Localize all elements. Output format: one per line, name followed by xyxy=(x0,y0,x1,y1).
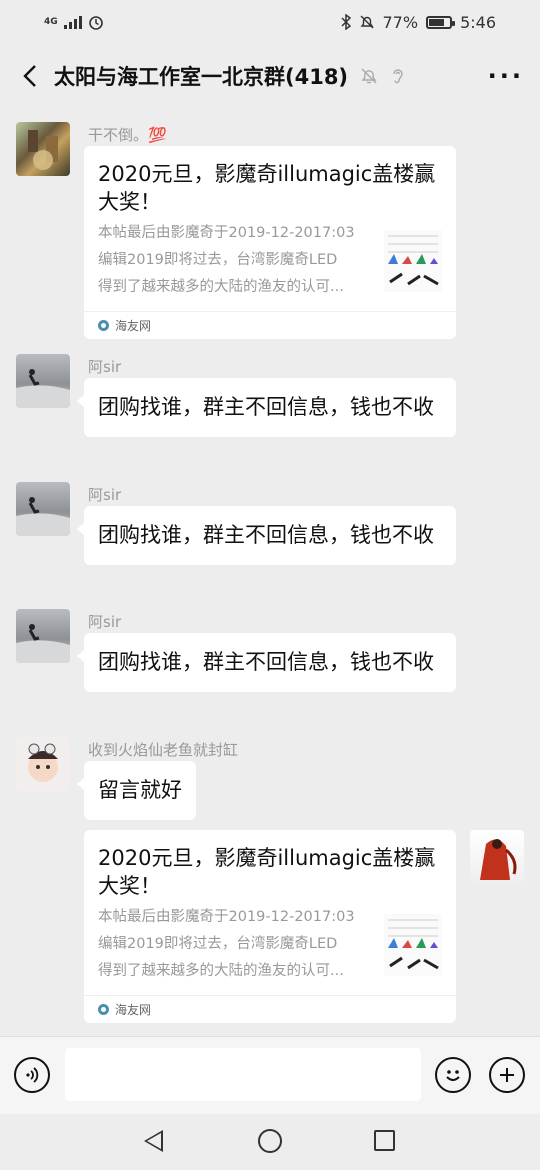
nav-back-icon[interactable] xyxy=(144,1130,163,1152)
more-options-icon[interactable]: ··· xyxy=(488,62,524,90)
system-nav-bar xyxy=(0,1114,540,1170)
status-right: 77% 5:46 xyxy=(340,12,496,32)
message-bubble[interactable]: 团购找谁，群主不回信息，钱也不收 xyxy=(77,633,456,692)
avatar[interactable] xyxy=(16,122,70,176)
link-card[interactable]: 2020元旦，影魔奇illumagic盖楼赢大奖！ 本帖最后由影魔奇于2019-… xyxy=(84,146,456,339)
chat-title: 太阳与海工作室一北京群(418) xyxy=(54,65,349,89)
bluetooth-icon xyxy=(340,14,351,30)
emoji-icon[interactable] xyxy=(435,1057,471,1093)
source-logo-icon xyxy=(98,320,109,331)
card-thumbnail xyxy=(384,914,442,976)
card-desc-line: 本帖最后由影魔奇于2019-12-2017:03 xyxy=(98,225,355,241)
avatar[interactable] xyxy=(16,354,70,408)
message-input[interactable] xyxy=(65,1048,421,1101)
back-arrow-icon[interactable] xyxy=(16,62,44,90)
battery-icon xyxy=(426,15,456,29)
sender-name: 干不倒。💯 xyxy=(88,126,167,144)
title-status-icons xyxy=(360,67,406,85)
card-description: 本帖最后由影魔奇于2019-12-2017:03 编辑2019即将过去，台湾影魔… xyxy=(98,904,370,985)
message-bubble[interactable]: 团购找谁，群主不回信息，钱也不收 xyxy=(77,378,456,437)
ear-icon xyxy=(393,69,403,84)
card-desc-line: 编辑2019即将过去，台湾影魔奇LED xyxy=(98,252,338,268)
card-title: 2020元旦，影魔奇illumagic盖楼赢大奖！ xyxy=(98,162,436,214)
message-list[interactable]: 干不倒。💯 2020元旦，影魔奇illumagic盖楼赢大奖！ 本帖最后由影魔奇… xyxy=(0,108,540,1036)
plus-icon[interactable] xyxy=(489,1057,525,1093)
card-desc-line: 得到了越来越多的大陆的渔友的认可... xyxy=(98,963,344,979)
link-card[interactable]: 2020元旦，影魔奇illumagic盖楼赢大奖！ 本帖最后由影魔奇于2019-… xyxy=(84,830,456,1023)
battery-percent: 77% xyxy=(382,12,419,32)
status-bar: 4G 77% 5:46 xyxy=(0,0,540,44)
card-desc-line: 得到了越来越多的大陆的渔友的认可... xyxy=(98,279,344,295)
card-source: 海友网 xyxy=(84,995,456,1023)
avatar[interactable] xyxy=(16,482,70,536)
avatar[interactable] xyxy=(16,609,70,663)
bell-off-icon xyxy=(361,68,377,84)
card-thumbnail xyxy=(384,230,442,292)
message-bubble[interactable]: 留言就好 xyxy=(77,761,196,820)
network-indicator: 4G xyxy=(44,16,58,27)
card-body: 本帖最后由影魔奇于2019-12-2017:03 编辑2019即将过去，台湾影魔… xyxy=(84,900,456,995)
nav-recent-apps-icon[interactable] xyxy=(374,1130,395,1151)
signal-icon xyxy=(63,15,82,29)
card-description: 本帖最后由影魔奇于2019-12-2017:03 编辑2019即将过去，台湾影魔… xyxy=(98,220,370,301)
avatar[interactable] xyxy=(16,737,70,791)
source-logo-icon xyxy=(98,1004,109,1015)
clock: 5:46 xyxy=(460,12,496,32)
sender-name: 阿sir xyxy=(88,486,122,504)
message-bubble[interactable]: 团购找谁，群主不回信息，钱也不收 xyxy=(77,506,456,565)
card-desc-line: 本帖最后由影魔奇于2019-12-2017:03 xyxy=(98,909,355,925)
sender-name: 收到火焰仙老鱼就封缸 xyxy=(88,741,239,759)
status-left: 4G xyxy=(44,14,104,30)
card-source-name: 海友网 xyxy=(115,1003,152,1017)
card-title: 2020元旦，影魔奇illumagic盖楼赢大奖！ xyxy=(98,846,436,898)
card-source: 海友网 xyxy=(84,311,456,339)
sender-name: 阿sir xyxy=(88,358,122,376)
card-body: 本帖最后由影魔奇于2019-12-2017:03 编辑2019即将过去，台湾影魔… xyxy=(84,216,456,311)
chat-header: 太阳与海工作室一北京群(418) ··· xyxy=(0,44,540,108)
battery-fill xyxy=(429,18,445,26)
nav-home-icon[interactable] xyxy=(258,1129,282,1153)
mute-notification-icon xyxy=(360,15,373,29)
card-desc-line: 编辑2019即将过去，台湾影魔奇LED xyxy=(98,936,338,952)
alarm-icon xyxy=(88,16,103,30)
input-bar xyxy=(0,1036,540,1114)
sender-name: 阿sir xyxy=(88,613,122,631)
avatar-self[interactable] xyxy=(470,830,524,884)
card-source-name: 海友网 xyxy=(115,319,152,333)
voice-icon[interactable] xyxy=(14,1057,50,1093)
